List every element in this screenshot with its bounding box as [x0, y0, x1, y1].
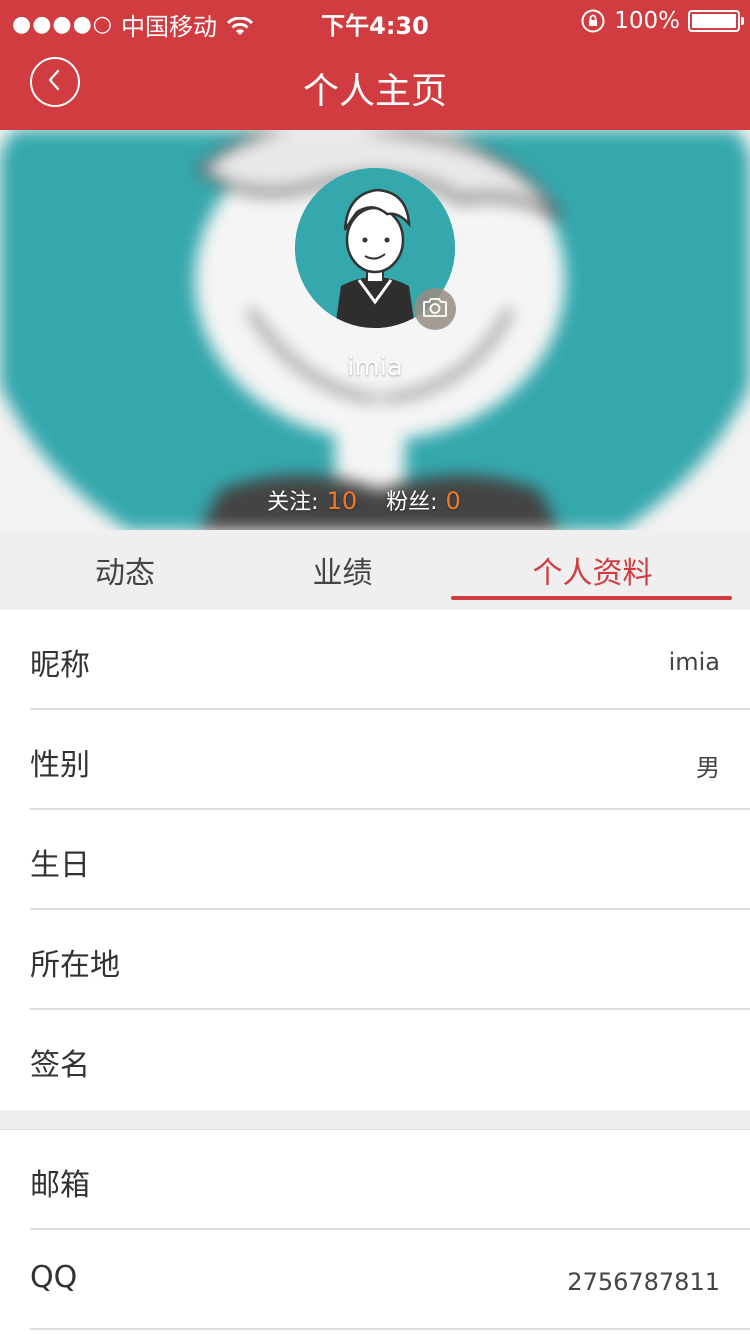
field-label: QQ — [30, 1260, 78, 1295]
field-label: 邮箱 — [30, 1168, 90, 1203]
following-count[interactable]: 10 — [327, 487, 358, 515]
profile-fields: 昵称 imia 性别 男 生日 所在地 签名 邮箱 QQ 2756787811 — [0, 610, 750, 1330]
page-title: 个人主页 — [302, 71, 447, 112]
tab-label: 动态 — [95, 556, 155, 591]
change-avatar-button[interactable] — [414, 288, 456, 330]
field-qq[interactable]: QQ 2756787811 — [30, 1230, 750, 1330]
battery-percent: 100% — [614, 8, 680, 34]
status-bar: ●●●●○ 中国移动 下午4:30 100% — [0, 0, 750, 44]
profile-tabs: 动态 业绩 个人资料 — [0, 530, 750, 610]
followers-label[interactable]: 粉丝: — [386, 490, 437, 515]
tab-dynamics[interactable]: 动态 — [0, 530, 250, 610]
field-value: imia — [668, 648, 720, 676]
section-divider — [0, 1110, 750, 1130]
field-birthday[interactable]: 生日 — [30, 810, 750, 910]
field-label: 性别 — [30, 748, 90, 783]
top-bar: ●●●●○ 中国移动 下午4:30 100% 个人主页 — [0, 0, 750, 130]
followers-count[interactable]: 0 — [446, 487, 461, 515]
tab-label: 个人资料 — [532, 556, 653, 591]
orientation-lock-icon — [580, 8, 606, 34]
field-label: 所在地 — [30, 948, 120, 983]
field-value: 2756787811 — [567, 1268, 720, 1296]
profile-header: imia 关注: 10 粉丝: 0 — [0, 130, 750, 530]
tab-label: 业绩 — [312, 556, 373, 591]
field-value: 男 — [696, 754, 720, 782]
field-label: 签名 — [30, 1048, 90, 1083]
field-label: 昵称 — [30, 648, 90, 683]
battery-icon — [688, 10, 744, 32]
field-location[interactable]: 所在地 — [30, 910, 750, 1010]
follow-stats: 关注: 10 粉丝: 0 — [0, 484, 750, 516]
field-nickname[interactable]: 昵称 imia — [30, 610, 750, 710]
field-email[interactable]: 邮箱 — [30, 1130, 750, 1230]
username: imia — [347, 352, 403, 382]
field-label: 生日 — [30, 848, 90, 883]
tab-personal-info[interactable]: 个人资料 — [435, 530, 750, 610]
tab-performance[interactable]: 业绩 — [250, 530, 435, 610]
camera-icon — [422, 296, 448, 322]
field-gender[interactable]: 性别 男 — [30, 710, 750, 810]
field-signature[interactable]: 签名 — [30, 1010, 750, 1110]
following-label[interactable]: 关注: — [267, 490, 318, 515]
active-tab-indicator — [451, 596, 732, 600]
